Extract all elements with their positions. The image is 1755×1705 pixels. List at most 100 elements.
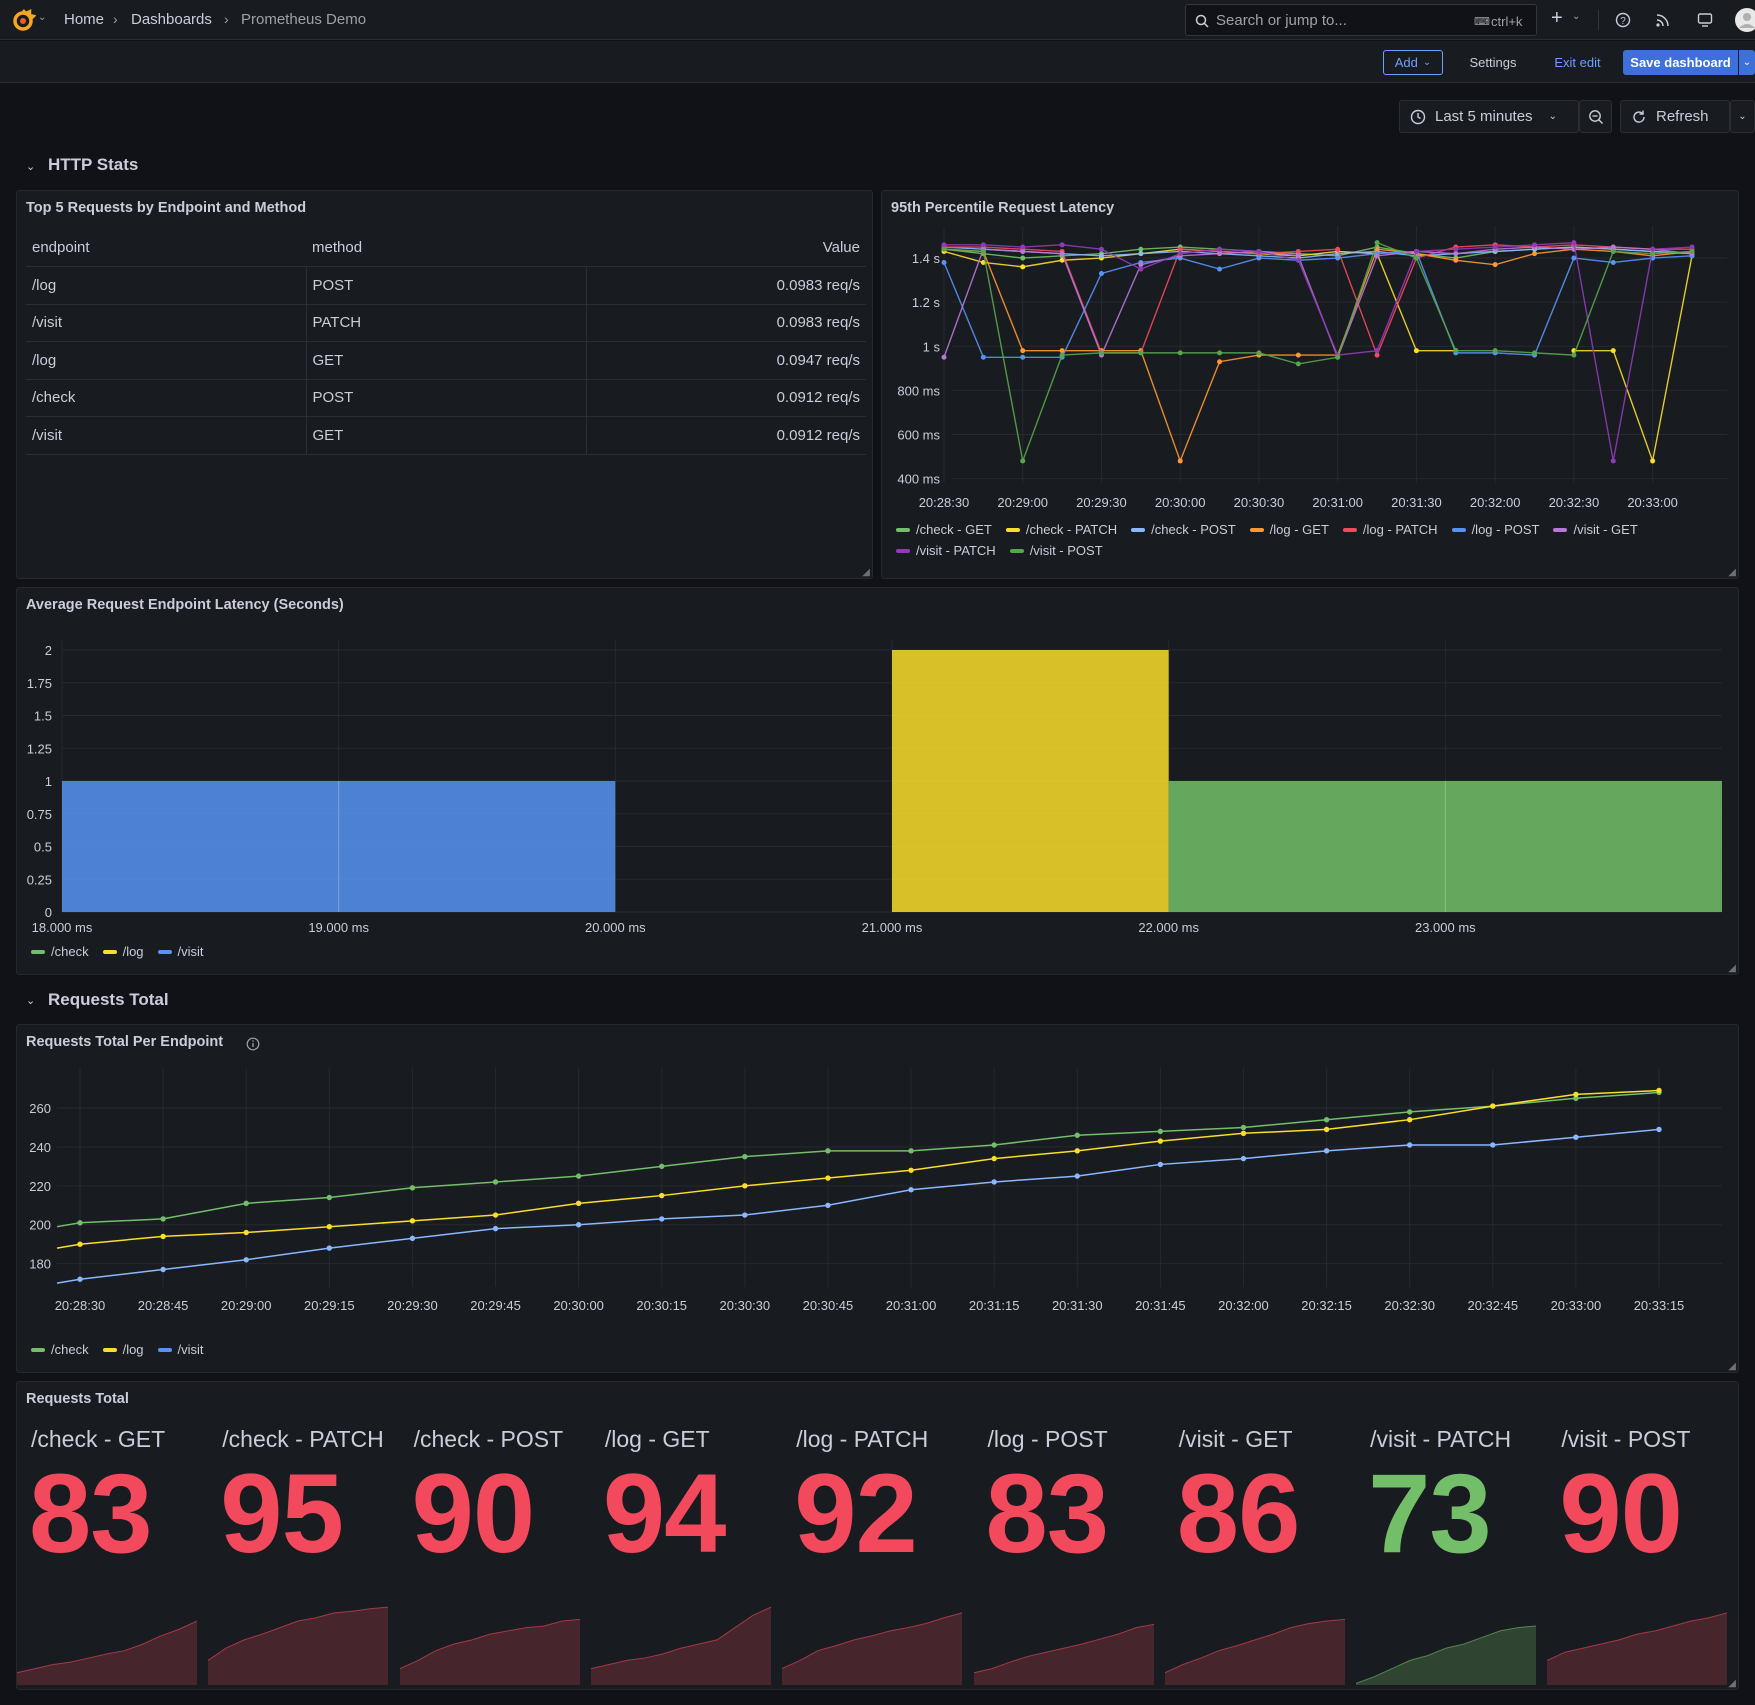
resize-handle-icon[interactable]: ◢ bbox=[1728, 567, 1736, 578]
chart-legend: /check/log/visit bbox=[31, 944, 204, 959]
stat-label: /log - POST bbox=[987, 1426, 1108, 1452]
legend-item[interactable]: /log - GET bbox=[1249, 522, 1329, 537]
column-header[interactable]: endpoint bbox=[26, 229, 306, 267]
stat-value: 92 bbox=[794, 1451, 918, 1576]
exit-edit-button[interactable]: Exit edit bbox=[1545, 50, 1610, 75]
legend-item[interactable]: /check bbox=[31, 1342, 89, 1357]
legend-label: /visit - PATCH bbox=[916, 543, 996, 558]
table-row: /log GET 0.0947 req/s bbox=[26, 341, 866, 380]
legend-item[interactable]: /visit - POST bbox=[1009, 543, 1103, 558]
legend-item[interactable]: /check - POST bbox=[1131, 522, 1236, 537]
help-icon[interactable]: ? bbox=[1615, 12, 1631, 28]
table-cell: /visit bbox=[26, 304, 306, 342]
data-point bbox=[77, 1276, 83, 1282]
resize-handle-icon[interactable]: ◢ bbox=[862, 567, 870, 578]
breadcrumb-dashboards[interactable]: Dashboards bbox=[131, 11, 212, 28]
data-point bbox=[941, 354, 947, 360]
settings-button[interactable]: Settings bbox=[1458, 50, 1528, 75]
breadcrumb-home[interactable]: Home bbox=[64, 11, 104, 28]
stat-value: 86 bbox=[1176, 1451, 1301, 1576]
row-title-requests-total[interactable]: Requests Total bbox=[48, 990, 169, 1010]
save-options-chevron-icon[interactable]: ⌄ bbox=[1739, 50, 1755, 75]
legend-item[interactable]: /visit bbox=[157, 944, 204, 959]
column-header[interactable]: method bbox=[306, 229, 586, 267]
data-point bbox=[1323, 1148, 1330, 1154]
stat-tile[interactable]: /visit - POST 90 bbox=[1547, 1380, 1738, 1687]
resize-handle-icon[interactable]: ◢ bbox=[1728, 963, 1736, 974]
row-collapse-chevron-icon[interactable]: ⌄ bbox=[26, 994, 35, 1007]
legend-item[interactable]: /log bbox=[102, 944, 144, 959]
stat-tile[interactable]: /check - POST 90 bbox=[399, 1380, 591, 1687]
legend-item[interactable]: /check - GET bbox=[896, 522, 992, 537]
table-panel: Top 5 Requests by Endpoint and Method en… bbox=[16, 190, 873, 579]
chart-legend: /check/log/visit bbox=[31, 1342, 204, 1357]
latency-chart[interactable]: 400 ms 600 ms 800 ms 1 s 1.2 s 1.4 s 20:28:30 2… bbox=[882, 191, 1740, 521]
legend-item[interactable]: /log - POST bbox=[1451, 522, 1539, 537]
data-point bbox=[1571, 255, 1577, 261]
stat-value: 90 bbox=[1559, 1451, 1683, 1576]
legend-item[interactable]: /log bbox=[102, 1342, 144, 1357]
stat-tile[interactable]: /visit - PATCH 73 bbox=[1356, 1380, 1547, 1687]
keyboard-icon: ⌨ bbox=[1474, 16, 1490, 28]
stat-tile[interactable]: /visit - GET 86 bbox=[1164, 1380, 1356, 1687]
row-title-http-stats[interactable]: HTTP Stats bbox=[48, 155, 138, 175]
data-point bbox=[1610, 244, 1616, 250]
y-tick-label: 1.5 bbox=[34, 709, 52, 724]
avg-latency-chart[interactable]: 0 0.25 0.5 0.75 1 1.25 1.5 1.75 2 18.000 ms 19.000… bbox=[17, 588, 1740, 938]
legend-item[interactable]: /check bbox=[31, 944, 89, 959]
sparkline-area bbox=[208, 1607, 389, 1685]
column-header[interactable]: Value bbox=[586, 229, 866, 267]
legend-item[interactable]: /check - PATCH bbox=[1005, 522, 1117, 537]
legend-item[interactable]: /visit - PATCH bbox=[896, 543, 996, 558]
data-point bbox=[1490, 1103, 1496, 1109]
table-cell: 0.0947 req/s bbox=[585, 341, 866, 380]
search-icon bbox=[1195, 14, 1209, 28]
stat-tile[interactable]: /check - PATCH 95 bbox=[208, 1380, 399, 1687]
data-point bbox=[980, 354, 986, 360]
y-tick-label: 1 bbox=[45, 774, 52, 789]
data-point bbox=[1453, 257, 1459, 263]
x-tick-label: 20:29:00 bbox=[221, 1298, 272, 1313]
data-point bbox=[1650, 251, 1656, 257]
data-point bbox=[941, 242, 947, 248]
data-point bbox=[1689, 248, 1695, 254]
requests-per-endpoint-chart[interactable]: 180 200 220 240 260 20:28:30 20:28:45 20:29:00 2… bbox=[17, 1025, 1740, 1340]
table-cell: /log bbox=[26, 341, 306, 380]
data-point bbox=[1323, 1116, 1330, 1123]
time-range-picker[interactable]: Last 5 minutes ⌄ bbox=[1399, 100, 1579, 133]
data-point bbox=[1020, 244, 1026, 250]
stat-tile[interactable]: /log - GET 94 bbox=[590, 1380, 782, 1687]
table-cell: /check bbox=[26, 379, 306, 417]
legend-item[interactable]: /log - PATCH bbox=[1342, 522, 1438, 537]
add-button[interactable]: Add ⌄ bbox=[1383, 50, 1443, 75]
resize-handle-icon[interactable]: ◢ bbox=[1728, 1361, 1736, 1372]
data-point bbox=[243, 1229, 249, 1236]
row-collapse-chevron-icon[interactable]: ⌄ bbox=[26, 160, 35, 173]
search-box[interactable]: Search or jump to... ⌨ ctrl+k bbox=[1185, 4, 1537, 36]
data-point bbox=[575, 1200, 582, 1207]
stat-tile[interactable]: /check - GET 83 bbox=[17, 1380, 208, 1687]
table-cell: 0.0912 req/s bbox=[585, 416, 866, 455]
legend-label: /check - GET bbox=[916, 522, 992, 537]
legend-item[interactable]: /visit - GET bbox=[1553, 522, 1638, 537]
data-point bbox=[1490, 1142, 1496, 1148]
stat-tile[interactable]: /log - PATCH 92 bbox=[782, 1380, 973, 1687]
legend-item[interactable]: /visit bbox=[157, 1342, 204, 1357]
refresh-button[interactable]: Refresh bbox=[1620, 100, 1730, 133]
data-point bbox=[1098, 270, 1104, 276]
chevron-down-icon[interactable]: ⌄ bbox=[38, 12, 46, 23]
rss-feed-icon[interactable] bbox=[1655, 12, 1671, 28]
save-dashboard-button[interactable]: Save dashboard bbox=[1623, 50, 1738, 75]
stat-tile[interactable]: /log - POST 83 bbox=[973, 1380, 1165, 1687]
data-point bbox=[1098, 246, 1104, 252]
chevron-down-icon[interactable]: ⌄ bbox=[1572, 11, 1580, 22]
grafana-logo-icon[interactable] bbox=[10, 7, 38, 33]
plus-icon[interactable]: + bbox=[1551, 7, 1563, 30]
legend-label: /check - POST bbox=[1151, 522, 1236, 537]
kiosk-mode-icon[interactable] bbox=[1697, 12, 1713, 28]
data-table: endpoint method Value /log POST 0.0983 r… bbox=[26, 229, 866, 455]
user-avatar-icon[interactable] bbox=[1733, 6, 1755, 34]
data-point bbox=[1240, 1130, 1247, 1137]
zoom-out-button[interactable] bbox=[1579, 100, 1612, 133]
refresh-interval-chevron-icon[interactable]: ⌄ bbox=[1730, 100, 1755, 133]
